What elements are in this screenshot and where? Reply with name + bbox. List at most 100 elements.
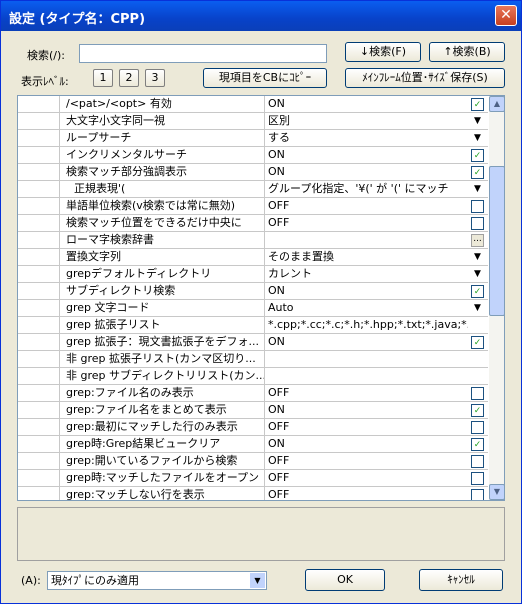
column-divider xyxy=(264,181,265,198)
setting-name: grep時:マッチしたファイルをオープン xyxy=(66,471,260,484)
table-row[interactable]: 正規表現'( グループ化指定、'¥(' が '(' にマッチ ▼ xyxy=(18,181,488,198)
level-1-button[interactable]: 1 xyxy=(93,69,113,87)
chevron-down-icon[interactable]: ▼ xyxy=(471,251,484,264)
setting-value[interactable]: ON xyxy=(268,164,468,180)
setting-value[interactable]: OFF xyxy=(268,487,468,500)
checkbox[interactable]: ✓ xyxy=(471,404,484,417)
save-frame-button[interactable]: ﾒｲﾝﾌﾚｰﾑ位置･ｻｲｽﾞ保存(S) xyxy=(345,68,505,88)
setting-name: 正規表現'( xyxy=(74,182,126,195)
setting-name: grep:最初にマッチした行のみ表示 xyxy=(66,420,238,433)
table-row[interactable]: ループサーチ する ▼ xyxy=(18,130,488,147)
title-bar[interactable]: 設定 (タイプ名：CPP) ✕ xyxy=(1,1,521,31)
setting-value[interactable]: ON xyxy=(268,402,468,418)
table-row[interactable]: 置換文字列 そのまま置換 ▼ xyxy=(18,249,488,266)
setting-value[interactable]: 区別 xyxy=(268,113,468,129)
checkbox[interactable] xyxy=(471,217,484,230)
table-row[interactable]: grep 拡張子リスト *.cpp;*.cc;*.c;*.h;*.hpp;*.tx… xyxy=(18,317,488,334)
checkbox[interactable] xyxy=(471,200,484,213)
setting-value[interactable]: OFF xyxy=(268,198,468,214)
chevron-down-icon[interactable]: ▼ xyxy=(471,115,484,128)
column-divider xyxy=(264,368,265,385)
setting-value[interactable]: ON xyxy=(268,283,468,299)
setting-value[interactable]: ON xyxy=(268,334,468,350)
table-row[interactable]: grep 拡張子：現文書拡張子をデフォ... ON ✓ xyxy=(18,334,488,351)
search-up-button[interactable]: ↑検索(B) xyxy=(429,42,505,62)
checkbox[interactable]: ✓ xyxy=(471,438,484,451)
setting-value[interactable]: する xyxy=(268,130,468,146)
level-3-button[interactable]: 3 xyxy=(145,69,165,87)
scroll-thumb[interactable] xyxy=(489,166,504,316)
setting-value[interactable]: カレント xyxy=(268,266,468,282)
setting-value[interactable]: OFF xyxy=(268,215,468,231)
setting-value[interactable] xyxy=(268,232,468,248)
table-row[interactable]: grep:開いているファイルから検索 OFF xyxy=(18,453,488,470)
table-row[interactable]: grep時:マッチしたファイルをオープン OFF xyxy=(18,470,488,487)
setting-value[interactable]: OFF xyxy=(268,385,468,401)
setting-name: 非 grep 拡張子リスト(カンマ区切り... xyxy=(66,352,256,365)
setting-value[interactable]: OFF xyxy=(268,470,468,486)
checkbox[interactable]: ✓ xyxy=(471,336,484,349)
table-row[interactable]: grep:マッチしない行を表示 OFF xyxy=(18,487,488,500)
column-divider xyxy=(264,487,265,500)
cancel-button[interactable]: ｷｬﾝｾﾙ xyxy=(419,569,503,591)
search-input[interactable] xyxy=(79,44,327,63)
checkbox[interactable] xyxy=(471,455,484,468)
setting-value[interactable]: *.cpp;*.cc;*.c;*.h;*.hpp;*.txt;*.java;*.… xyxy=(268,317,468,333)
scroll-up-icon[interactable]: ▲ xyxy=(489,96,504,112)
setting-value[interactable]: グループ化指定、'¥(' が '(' にマッチ xyxy=(268,181,468,197)
setting-value[interactable]: ON xyxy=(268,147,468,163)
chevron-down-icon[interactable]: ▼ xyxy=(471,183,484,196)
column-divider xyxy=(264,130,265,147)
table-row[interactable]: grep:ファイル名のみ表示 OFF xyxy=(18,385,488,402)
table-row[interactable]: grep時:Grep結果ビュークリア ON ✓ xyxy=(18,436,488,453)
table-row[interactable]: 非 grep サブディレクトリリスト(カン... xyxy=(18,368,488,385)
table-row[interactable]: 検索マッチ部分強調表示 ON ✓ xyxy=(18,164,488,181)
table-row[interactable]: grep:最初にマッチした行のみ表示 OFF xyxy=(18,419,488,436)
copy-to-clipboard-button[interactable]: 現項目をCBにｺﾋﾟｰ xyxy=(203,68,327,88)
table-row[interactable]: インクリメンタルサーチ ON ✓ xyxy=(18,147,488,164)
table-row[interactable]: 大文字小文字同一視 区別 ▼ xyxy=(18,113,488,130)
checkbox[interactable] xyxy=(471,472,484,485)
chevron-down-icon[interactable]: ▼ xyxy=(250,573,265,588)
column-divider xyxy=(264,351,265,368)
table-row[interactable]: grep 文字コード Auto ▼ xyxy=(18,300,488,317)
ok-button[interactable]: OK xyxy=(305,569,385,591)
table-row[interactable]: /<pat>/<opt> 有効 ON ✓ xyxy=(18,96,488,113)
search-down-button[interactable]: ↓検索(F) xyxy=(345,42,421,62)
checkbox[interactable]: ✓ xyxy=(471,149,484,162)
level-2-button[interactable]: 2 xyxy=(119,69,139,87)
ellipsis-button[interactable]: ... xyxy=(471,234,484,247)
table-row[interactable]: grep:ファイル名をまとめて表示 ON ✓ xyxy=(18,402,488,419)
chevron-down-icon[interactable]: ▼ xyxy=(471,302,484,315)
chevron-down-icon[interactable]: ▼ xyxy=(471,268,484,281)
checkbox[interactable] xyxy=(471,421,484,434)
setting-value[interactable] xyxy=(268,351,468,367)
close-icon[interactable]: ✕ xyxy=(495,5,517,26)
setting-value[interactable]: OFF xyxy=(268,453,468,469)
column-divider xyxy=(264,317,265,334)
setting-name: grep:ファイル名をまとめて表示 xyxy=(66,403,227,416)
table-row[interactable]: 検索マッチ位置をできるだけ中央に OFF xyxy=(18,215,488,232)
setting-value[interactable]: そのまま置換 xyxy=(268,249,468,265)
table-row[interactable]: 単語単位検索(v検索では常に無効) OFF xyxy=(18,198,488,215)
checkbox[interactable]: ✓ xyxy=(471,166,484,179)
setting-value[interactable] xyxy=(268,368,468,384)
apply-scope-select[interactable]: 現ﾀｲﾌﾟにのみ適用 ▼ xyxy=(47,571,267,590)
table-row[interactable]: 非 grep 拡張子リスト(カンマ区切り... xyxy=(18,351,488,368)
table-row[interactable]: grepデフォルトディレクトリ カレント ▼ xyxy=(18,266,488,283)
table-row[interactable]: ローマ字検索辞書... xyxy=(18,232,488,249)
column-divider xyxy=(264,453,265,470)
checkbox[interactable] xyxy=(471,387,484,400)
checkbox[interactable] xyxy=(471,489,484,500)
scroll-down-icon[interactable]: ▼ xyxy=(489,484,504,500)
setting-value[interactable]: OFF xyxy=(268,419,468,435)
setting-value[interactable]: ON xyxy=(268,96,468,112)
setting-value[interactable]: ON xyxy=(268,436,468,452)
chevron-down-icon[interactable]: ▼ xyxy=(471,132,484,145)
checkbox[interactable]: ✓ xyxy=(471,98,484,111)
vertical-scrollbar[interactable]: ▲ ▼ xyxy=(489,96,504,500)
table-row[interactable]: サブディレクトリ検索 ON ✓ xyxy=(18,283,488,300)
checkbox[interactable]: ✓ xyxy=(471,285,484,298)
setting-value[interactable]: Auto xyxy=(268,300,468,316)
settings-grid[interactable]: /<pat>/<opt> 有効 ON ✓ 大文字小文字同一視 区別 ▼ ループサーチ する ▼ イ… xyxy=(17,95,505,501)
